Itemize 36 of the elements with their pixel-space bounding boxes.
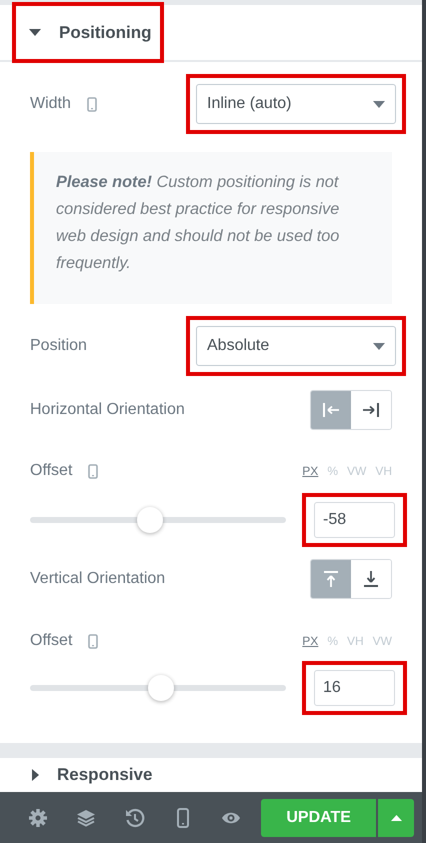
field-label: Offset (30, 631, 72, 651)
history-icon[interactable] (124, 808, 145, 828)
orientation-toggle[interactable] (311, 391, 351, 429)
save-options-button[interactable] (378, 798, 414, 836)
note-text: Please note! Custom positioning is not considered best practice for responsive web design and should not be used too frequently. (30, 152, 392, 304)
field-label: Offset (30, 461, 72, 481)
unit-option[interactable]: PX (293, 632, 318, 650)
unit-option[interactable]: PX (293, 462, 318, 480)
align-right-icon (362, 401, 380, 419)
mobile-icon (86, 96, 97, 112)
slider-thumb[interactable] (148, 675, 174, 701)
mobile-icon (88, 464, 98, 478)
dropdown[interactable]: Absolute (196, 326, 396, 366)
orientation-toggle[interactable] (311, 560, 351, 598)
dropdown[interactable]: Inline (auto) (196, 84, 396, 124)
field-label: Horizontal Orientation (30, 400, 185, 420)
field-label: Position (30, 336, 87, 356)
section-header[interactable]: Responsive (32, 762, 152, 788)
align-top-icon (322, 570, 340, 588)
layers-icon[interactable] (76, 808, 96, 828)
align-bottom-icon (362, 570, 380, 588)
caret-icon (32, 769, 39, 781)
caret-icon (373, 100, 385, 108)
number-field[interactable]: 16 (314, 670, 395, 706)
update-button[interactable]: UPDATE (261, 798, 376, 836)
caret-icon (373, 342, 385, 350)
field-label: Vertical Orientation (30, 569, 166, 589)
mobile-icon (88, 634, 98, 648)
caret-icon (390, 814, 402, 820)
caret-icon (29, 29, 41, 36)
number-field[interactable]: -58 (314, 502, 395, 538)
field-label: Width (30, 94, 71, 114)
section-header[interactable]: Positioning (16, 6, 160, 59)
slider-thumb[interactable] (137, 507, 164, 533)
settings-icon[interactable] (28, 808, 48, 828)
align-left-icon (322, 401, 340, 419)
